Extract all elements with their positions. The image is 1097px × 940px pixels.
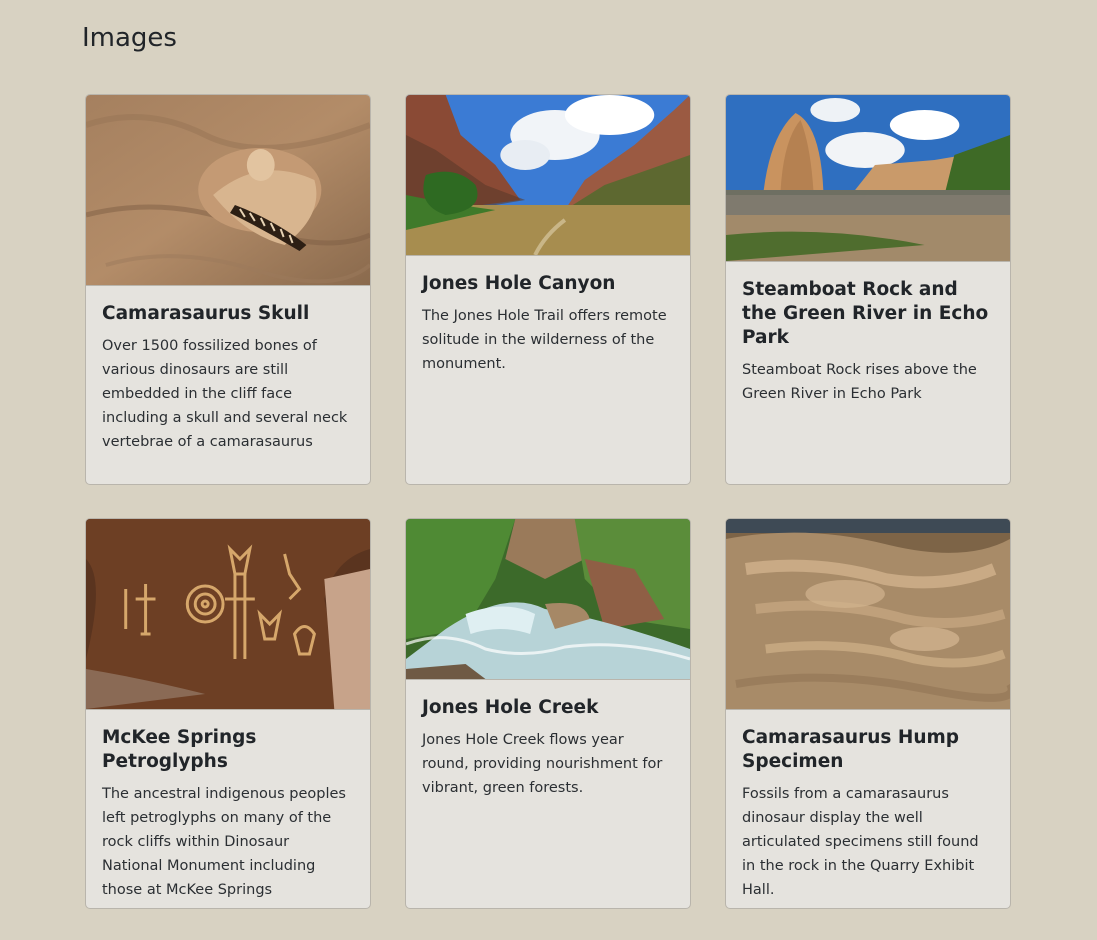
card-jones-hole-creek[interactable]: Jones Hole Creek Jones Hole Creek flows … <box>405 518 691 909</box>
card-title: Steamboat Rock and the Green River in Ec… <box>742 279 989 348</box>
card-text: The Jones Hole Trail offers remote solit… <box>422 308 667 372</box>
card-title: Camarasaurus Hump Specimen <box>742 727 960 772</box>
card-mckee-springs-petroglyphs[interactable]: McKee Springs Petroglyphs The ancestral … <box>85 518 371 909</box>
card-jones-hole-canyon[interactable]: Jones Hole Canyon The Jones Hole Trail o… <box>405 94 691 485</box>
card-title: Jones Hole Creek <box>422 697 599 718</box>
card-steamboat-rock[interactable]: Steamboat Rock and the Green River in Ec… <box>725 94 1011 485</box>
card-text: Over 1500 fossilized bones of various di… <box>102 338 348 450</box>
camarasaurus-skull-image[interactable] <box>86 95 370 286</box>
card-camarasaurus-hump-specimen[interactable]: Camarasaurus Hump Specimen Fossils from … <box>725 518 1011 909</box>
card-text: Fossils from a camarasaurus dinosaur dis… <box>742 786 979 898</box>
camarasaurus-hump-image[interactable] <box>726 519 1010 710</box>
page-title: Images <box>82 23 177 53</box>
mckee-springs-petroglyphs-image[interactable] <box>86 519 370 710</box>
card-camarasaurus-skull[interactable]: Camarasaurus Skull Over 1500 fossilized … <box>85 94 371 485</box>
card-text: Steamboat Rock rises above the Green Riv… <box>742 362 977 402</box>
card-title: Jones Hole Canyon <box>422 273 616 294</box>
jones-hole-creek-image[interactable] <box>406 519 690 680</box>
steamboat-rock-image[interactable] <box>726 95 1010 262</box>
card-title: Camarasaurus Skull <box>102 303 310 324</box>
card-title: McKee Springs Petroglyphs <box>102 727 257 772</box>
jones-hole-canyon-image[interactable] <box>406 95 690 256</box>
card-text: The ancestral indigenous peoples left pe… <box>102 786 346 898</box>
card-text: Jones Hole Creek flows year round, provi… <box>422 732 663 796</box>
